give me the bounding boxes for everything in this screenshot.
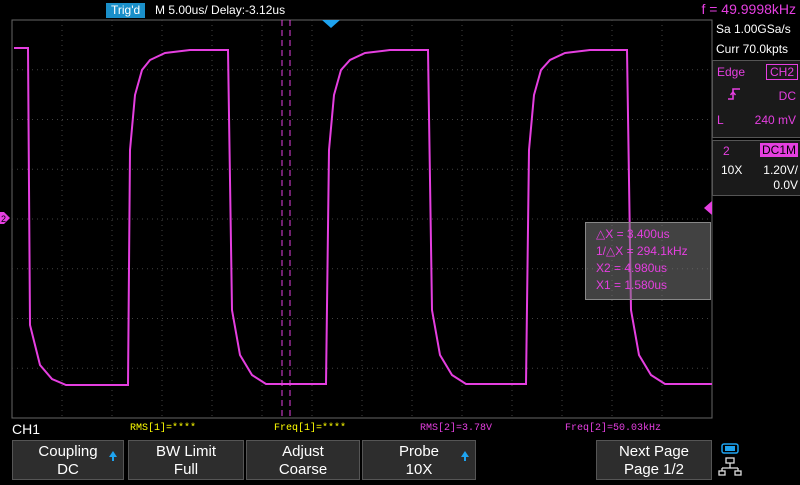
select-arrow-icon (461, 451, 469, 461)
cursor-inverse-delta-x: 1/△X = 294.1kHz (596, 244, 688, 258)
trigger-level: 240 mV (754, 113, 796, 127)
measurement-rms1: RMS[1]=**** (130, 423, 197, 434)
softkey-coupling[interactable]: Coupling DC (12, 440, 124, 480)
measurement-freq1: Freq[1]=**** (274, 423, 347, 434)
cursor-delta-x: △X = 3.400us (596, 227, 670, 241)
menu-channel-label: CH1 (12, 421, 41, 437)
channel-2-marker-icon[interactable]: 2 (0, 212, 10, 224)
usb-icon (721, 443, 739, 454)
rising-edge-icon (727, 87, 741, 104)
channel-offset: 0.0V (773, 178, 798, 192)
softkey-next-page[interactable]: Next Page Page 1/2 (596, 440, 712, 480)
softkey-label: Adjust (282, 443, 324, 460)
trigger-panel[interactable]: Edge CH2 DC L 240 mV (712, 60, 800, 138)
softkey-value: Page 1/2 (623, 461, 685, 478)
channel-probe: 10X (721, 163, 743, 177)
softkey-value: DC (57, 461, 79, 478)
trigger-coupling: DC (778, 89, 796, 103)
softkey-value: 10X (405, 461, 433, 478)
measurement-freq2: Freq[2]=50.03kHz (565, 423, 662, 434)
channel-2-panel[interactable]: 2 DC1M 10X 1.20V/ 0.0V (712, 140, 800, 196)
softkey-label: BW Limit (156, 443, 216, 460)
softkey-label: Probe (398, 443, 440, 460)
trigger-mode: Edge (717, 65, 746, 79)
ch2-waveform-trace (14, 47, 712, 386)
graticule (11, 19, 713, 419)
select-arrow-icon (109, 451, 117, 461)
softkey-label: Coupling (38, 443, 98, 460)
cursor-x2: X2 = 4.980us (596, 261, 668, 275)
channel-coupling-badge: DC1M (759, 143, 798, 157)
trigger-position-icon[interactable] (322, 20, 340, 28)
channel-number: 2 (723, 144, 730, 158)
softkey-probe[interactable]: Probe 10X (362, 440, 476, 480)
channel-scale: 1.20V/ (763, 163, 798, 177)
svg-text:2: 2 (1, 214, 6, 224)
cursor-readout: △X = 3.400us 1/△X = 294.1kHz X2 = 4.980u… (585, 222, 711, 300)
softkey-adjust[interactable]: Adjust Coarse (246, 440, 360, 480)
softkey-label: Next Page (618, 443, 690, 460)
status-icons (716, 440, 800, 480)
trigger-level-icon[interactable] (704, 201, 712, 215)
measurement-rms2: RMS[2]=3.78V (420, 423, 493, 434)
trigger-level-label: L (717, 113, 724, 127)
trigger-source: CH2 (765, 64, 798, 80)
waveform-display[interactable]: 2 (0, 0, 800, 420)
memory-depth: Curr 70.0kpts (716, 42, 789, 56)
cursor-x1: X1 = 1.580us (596, 278, 668, 292)
softkey-bw-limit[interactable]: BW Limit Full (128, 440, 244, 480)
softkey-value: Full (173, 461, 199, 478)
softkey-value: Coarse (278, 461, 328, 478)
network-icon (718, 457, 742, 476)
sample-rate: Sa 1.00GSa/s (716, 22, 791, 36)
